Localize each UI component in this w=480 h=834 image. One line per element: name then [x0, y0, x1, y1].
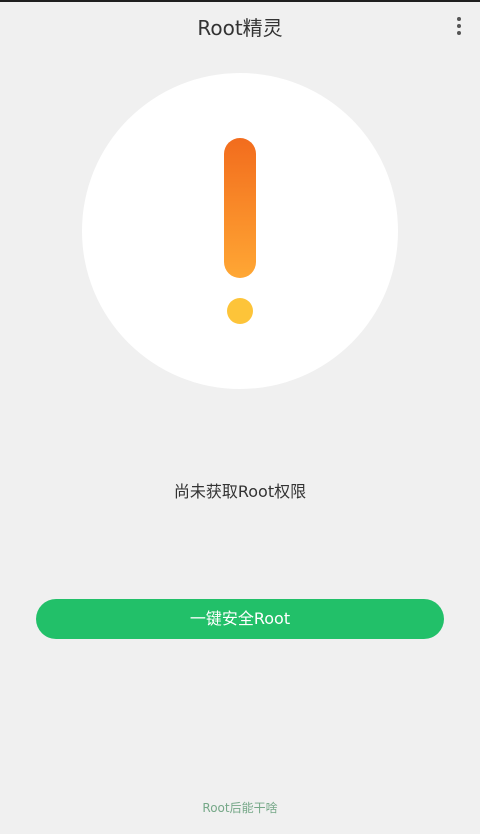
root-status-text: 尚未获取Root权限	[173, 482, 307, 501]
app-bar: Root精灵	[0, 2, 480, 50]
more-vertical-icon-dot-2	[457, 24, 461, 28]
what-root-can-do-link[interactable]: Root后能干啥	[0, 799, 480, 816]
exclamation-icon	[224, 138, 256, 324]
more-options-button[interactable]	[452, 14, 466, 38]
exclamation-bar	[224, 138, 256, 278]
status-illustration	[82, 73, 398, 389]
page-title: Root精灵	[197, 16, 283, 40]
exclamation-dot	[227, 298, 253, 324]
more-vertical-icon-dot-1	[457, 17, 461, 21]
more-vertical-icon-dot-3	[457, 31, 461, 35]
one-click-root-button[interactable]: 一键安全Root	[36, 599, 444, 639]
